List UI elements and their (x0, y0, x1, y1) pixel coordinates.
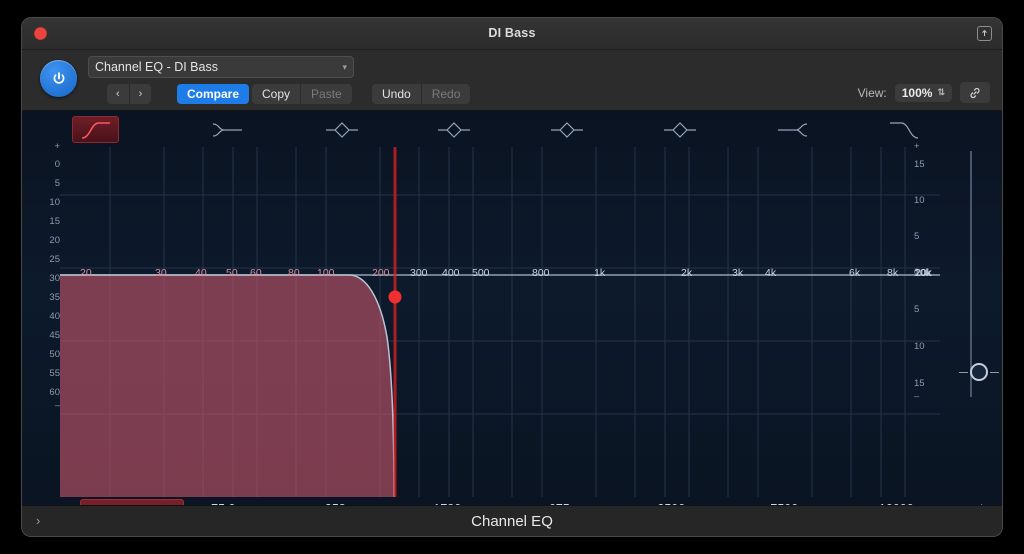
preset-select-label: Channel EQ - DI Bass (95, 60, 218, 74)
plugin-toolbar: Channel EQ - DI Bass ▾ ‹ › Compare Copy … (22, 50, 1002, 111)
next-preset-button[interactable]: › (129, 84, 152, 104)
freq-tick: 20 (80, 267, 92, 279)
freq-tick: 6k (849, 267, 861, 279)
freq-tick: 40 (195, 267, 207, 279)
window-title: DI Bass (488, 26, 536, 40)
freq-tick: 30 (155, 267, 167, 279)
chevron-down-icon: ▾ (342, 61, 347, 72)
scale-left-tick: 15 (49, 216, 60, 227)
freq-tick: 400 (442, 267, 460, 279)
copy-button[interactable]: Copy (252, 84, 302, 104)
highpass-filter-icon[interactable] (72, 116, 119, 143)
master-gain-knob[interactable] (959, 363, 999, 381)
compare-group: Compare (177, 84, 250, 104)
compare-button[interactable]: Compare (177, 84, 250, 104)
freq-tick: 80 (288, 267, 300, 279)
paste-button[interactable]: Paste (301, 84, 352, 104)
view-zoom-stepper[interactable]: 100% ⇅ (894, 83, 952, 102)
freq-tick: 3k (732, 267, 744, 279)
link-icon[interactable] (960, 82, 990, 103)
scale-left-tick: 25 (49, 254, 60, 265)
prev-preset-button[interactable]: ‹ (107, 84, 130, 104)
freq-tick: 1k (594, 267, 606, 279)
plugin-footer: › Channel EQ (22, 505, 1002, 536)
highshelf-filter-icon[interactable] (768, 116, 815, 143)
scale-left-tick: 35 (49, 292, 60, 303)
scale-left-tick: 55 (49, 368, 60, 379)
plugin-window: DI Bass Channel EQ - DI Bass ▾ ‹ › Compa… (22, 18, 1002, 536)
freq-tick: 20k (915, 267, 932, 279)
bell-filter-icon[interactable] (430, 116, 477, 143)
frequency-axis: 20 30 40 50 60 80 100 200 300 400 500 80… (60, 267, 940, 283)
lowshelf-filter-icon[interactable] (204, 116, 251, 143)
expand-footer-chevron-icon[interactable]: › (36, 513, 40, 528)
scale-left-tick: 50 (49, 349, 60, 360)
view-zoom-value: 100% (901, 85, 933, 100)
eq-plugin-body: + 0 5 10 15 20 25 30 35 40 45 50 55 60 –… (22, 111, 1002, 536)
power-icon[interactable] (40, 60, 77, 97)
bell-filter-icon[interactable] (318, 116, 365, 143)
bell-filter-icon[interactable] (543, 116, 590, 143)
analyzer-scale-left: + 0 5 10 15 20 25 30 35 40 45 50 55 60 – (28, 141, 60, 497)
scale-left-tick: 20 (49, 235, 60, 246)
scale-left-tick: 30 (49, 273, 60, 284)
freq-tick: 200 (372, 267, 390, 279)
redo-button[interactable]: Redo (421, 84, 471, 104)
undo-button[interactable]: Undo (372, 84, 422, 104)
freq-tick: 60 (250, 267, 262, 279)
expand-window-icon[interactable] (977, 26, 992, 41)
view-label: View: (857, 85, 887, 100)
freq-tick: 8k (887, 267, 899, 279)
freq-tick: 50 (226, 267, 238, 279)
scale-left-tick: 45 (49, 330, 60, 341)
preset-nav-group: ‹ › (107, 84, 152, 104)
lowpass-filter-icon[interactable] (880, 116, 927, 143)
freq-tick: 500 (472, 267, 490, 279)
preset-select[interactable]: Channel EQ - DI Bass ▾ (88, 56, 354, 78)
scale-left-tick: 60 (49, 387, 60, 398)
freq-tick: 2k (681, 267, 693, 279)
eq-curve-display[interactable]: 20 30 40 50 60 80 100 200 300 400 500 80… (60, 147, 940, 497)
title-bar: DI Bass (22, 18, 1002, 50)
undo-redo-group: Undo Redo (372, 84, 471, 104)
band-handle-1 (388, 290, 402, 304)
band-icon-strip (22, 111, 1002, 147)
copy-paste-group: Copy Paste (252, 84, 352, 104)
scale-left-tick: 40 (49, 311, 60, 322)
highpass-cut-region (60, 275, 394, 497)
freq-tick: 800 (532, 267, 550, 279)
freq-tick: 4k (765, 267, 777, 279)
footer-plugin-name: Channel EQ (471, 512, 553, 530)
stepper-updown-icon: ⇅ (937, 87, 945, 97)
freq-tick: 300 (410, 267, 428, 279)
freq-tick: 100 (317, 267, 335, 279)
scale-left-tick: 10 (49, 197, 60, 208)
master-gain-slider[interactable] (970, 151, 972, 397)
bell-filter-icon[interactable] (656, 116, 703, 143)
view-controls: View: 100% ⇅ (858, 82, 990, 103)
